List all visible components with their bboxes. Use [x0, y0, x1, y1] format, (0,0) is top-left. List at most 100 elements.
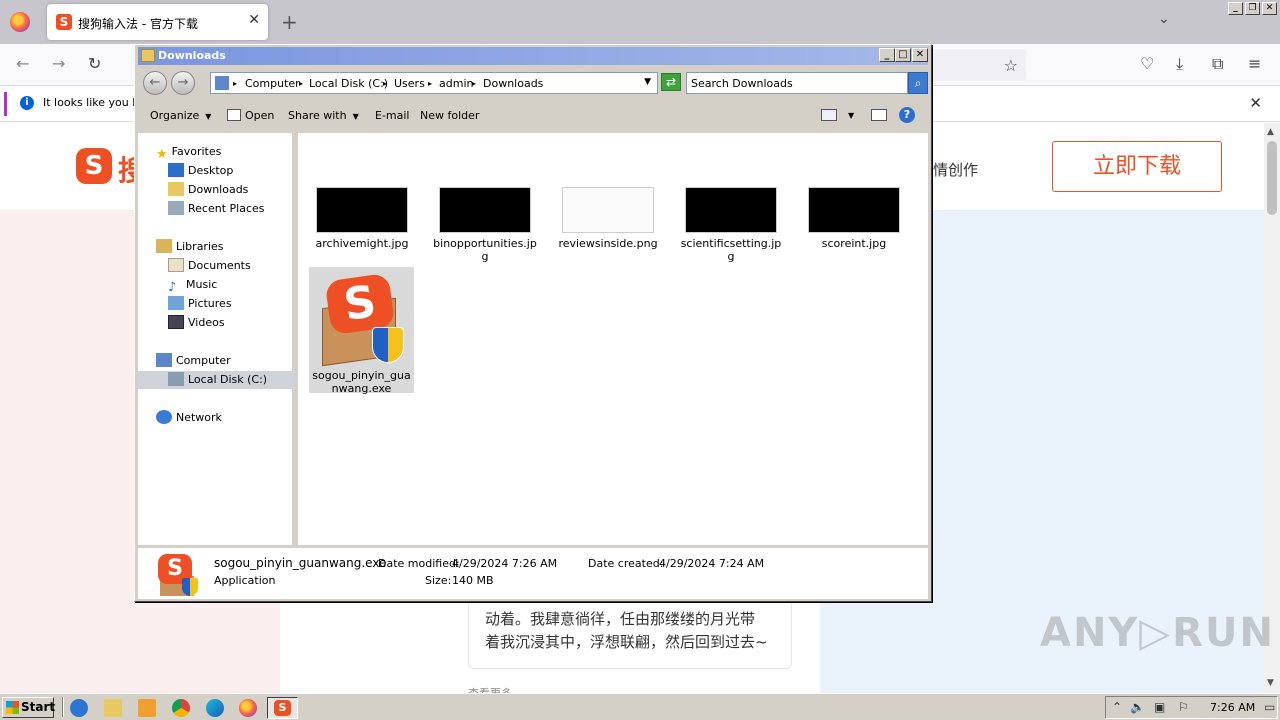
view-dropdown-icon[interactable]: ▼: [848, 111, 854, 120]
restore-window-button[interactable]: ❐: [1245, 2, 1260, 15]
show-hidden-icons-icon[interactable]: ⌃: [1112, 700, 1122, 714]
close-window-button[interactable]: ✕: [1262, 2, 1277, 15]
nav-network[interactable]: Network: [156, 409, 222, 427]
address-dropdown-icon[interactable]: ▼: [644, 77, 651, 87]
back-button[interactable]: ←: [143, 71, 167, 95]
breadcrumb-separator: ▸: [299, 79, 304, 88]
minimize-button[interactable]: _: [879, 48, 895, 62]
nav-favorites[interactable]: ★ Favorites: [156, 143, 221, 162]
internet-explorer-icon[interactable]: [70, 699, 88, 717]
start-button[interactable]: Start: [2, 697, 55, 718]
search-input[interactable]: [691, 74, 901, 92]
nav-recent-places[interactable]: Recent Places: [168, 200, 265, 218]
search-field[interactable]: [686, 72, 908, 94]
nav-local-disk[interactable]: Local Disk (C:): [138, 371, 295, 389]
extensions-icon[interactable]: ⧉: [1212, 54, 1223, 74]
chrome-icon[interactable]: [172, 699, 190, 717]
open-button[interactable]: Open: [227, 109, 274, 122]
scrollbar-thumb[interactable]: [1267, 141, 1277, 215]
email-button[interactable]: E-mail: [375, 109, 410, 122]
forward-arrow-icon[interactable]: →: [52, 54, 65, 73]
tab-close-icon[interactable]: ✕: [248, 12, 260, 28]
notification-close-icon[interactable]: ✕: [1249, 94, 1262, 112]
file-list: archivemight.jpg binopportunities.jpg re…: [298, 133, 928, 545]
file-explorer-icon[interactable]: [104, 699, 122, 717]
downloads-icon[interactable]: ⤓: [1176, 54, 1183, 74]
address-bar[interactable]: ▸ Computer ▸ Local Disk (C:) ▸ Users ▸ a…: [210, 72, 658, 94]
nav-documents[interactable]: Documents: [168, 257, 251, 275]
search-icon[interactable]: ⌕: [908, 72, 928, 94]
windows-logo-icon: [6, 701, 19, 714]
download-now-button[interactable]: 立即下载: [1052, 141, 1222, 192]
nav-computer[interactable]: Computer: [156, 352, 231, 370]
uac-shield-icon: [371, 327, 404, 363]
breadcrumb-users[interactable]: Users: [394, 77, 425, 90]
scroll-up-icon[interactable]: ▲: [1267, 127, 1274, 137]
show-desktop-icon[interactable]: ▭: [1264, 700, 1275, 714]
page-scrollbar[interactable]: ▲ ▼: [1264, 123, 1280, 693]
organize-button[interactable]: Organize ▼: [150, 109, 211, 122]
text-card: 动着。我肆意徜徉，任由那缕缕的月光带 着我沉浸其中，浮想联翩，然后回到过去~: [468, 593, 792, 669]
browser-tab[interactable]: S 搜狗输入法 - 官方下载 ✕: [47, 4, 268, 40]
file-item[interactable]: scoreint.jpg: [802, 187, 906, 250]
file-item[interactable]: archivemight.jpg: [310, 187, 414, 250]
network-tray-icon[interactable]: ▣: [1154, 700, 1165, 714]
notification-text: It looks like you ha: [43, 96, 146, 109]
media-player-icon[interactable]: [138, 699, 156, 717]
nav-local-disk-label: Local Disk (C:): [188, 373, 268, 386]
window-title: Downloads: [158, 49, 226, 62]
breadcrumb-local-disk[interactable]: Local Disk (C:): [309, 77, 388, 90]
breadcrumb-computer[interactable]: Computer: [245, 77, 300, 90]
maximize-button[interactable]: □: [895, 48, 911, 62]
reload-icon[interactable]: ↻: [88, 54, 101, 73]
image-thumbnail: [562, 187, 654, 233]
music-icon: ♪: [168, 280, 177, 295]
nav-videos[interactable]: Videos: [168, 314, 225, 332]
edge-icon[interactable]: [206, 699, 224, 717]
breadcrumb-separator: ▸: [472, 79, 477, 88]
clock[interactable]: 7:26 AM: [1210, 701, 1255, 714]
downloads-folder-icon: [168, 182, 184, 196]
file-name: reviewsinside.png: [558, 237, 658, 250]
file-item[interactable]: scientificsetting.jpg: [679, 187, 783, 263]
nav-desktop[interactable]: Desktop: [168, 162, 233, 180]
breadcrumb-admin[interactable]: admin: [439, 77, 473, 90]
action-center-flag-icon[interactable]: ⚐: [1178, 700, 1189, 714]
back-arrow-icon[interactable]: ←: [16, 54, 29, 73]
close-button[interactable]: ✕: [912, 48, 928, 62]
pocket-icon[interactable]: ♡: [1140, 54, 1154, 73]
bookmark-star-icon[interactable]: ☆: [1004, 56, 1018, 75]
nav-pictures[interactable]: Pictures: [168, 295, 232, 313]
sogou-logo-icon: S: [274, 700, 291, 716]
file-item[interactable]: reviewsinside.png: [556, 187, 660, 250]
new-tab-button[interactable]: +: [281, 10, 298, 34]
sogou-taskbar-button[interactable]: S: [267, 697, 298, 719]
preview-pane-icon[interactable]: [871, 109, 887, 121]
firefox-icon[interactable]: [10, 12, 30, 32]
change-view-icon[interactable]: [821, 109, 837, 121]
folder-icon: [141, 49, 155, 62]
explorer-titlebar[interactable]: Downloads _ □ ✕: [138, 47, 928, 65]
volume-icon[interactable]: 🔈: [1130, 700, 1145, 714]
forward-button[interactable]: →: [171, 71, 195, 95]
pictures-icon: [168, 296, 184, 310]
nav-link[interactable]: 情创作: [933, 159, 978, 180]
browser-tab-bar: S 搜狗输入法 - 官方下载 ✕ + ⌄ _ ❐ ✕: [0, 0, 1280, 44]
nav-downloads[interactable]: Downloads: [168, 181, 248, 199]
nav-music[interactable]: ♪ Music: [168, 276, 217, 295]
refresh-icon[interactable]: ⇄: [661, 73, 681, 91]
file-item-selected[interactable]: S sogou_pinyin_guanwang.exe: [309, 267, 414, 395]
minimize-window-button[interactable]: _: [1228, 2, 1243, 15]
firefox-taskbar-icon[interactable]: [239, 699, 257, 717]
list-all-tabs-icon[interactable]: ⌄: [1158, 11, 1170, 27]
menu-icon[interactable]: ≡: [1248, 54, 1261, 73]
nav-libraries[interactable]: Libraries: [156, 238, 224, 256]
scroll-down-icon[interactable]: ▼: [1267, 678, 1274, 688]
breadcrumb-downloads[interactable]: Downloads: [483, 77, 543, 90]
sogou-logo-icon[interactable]: S: [76, 148, 112, 184]
file-item[interactable]: binopportunities.jpg: [433, 187, 537, 263]
new-folder-button[interactable]: New folder: [420, 109, 479, 122]
help-icon[interactable]: ?: [899, 107, 915, 123]
share-with-button[interactable]: Share with ▼: [288, 109, 359, 122]
url-bar[interactable]: ☆: [930, 49, 1026, 81]
